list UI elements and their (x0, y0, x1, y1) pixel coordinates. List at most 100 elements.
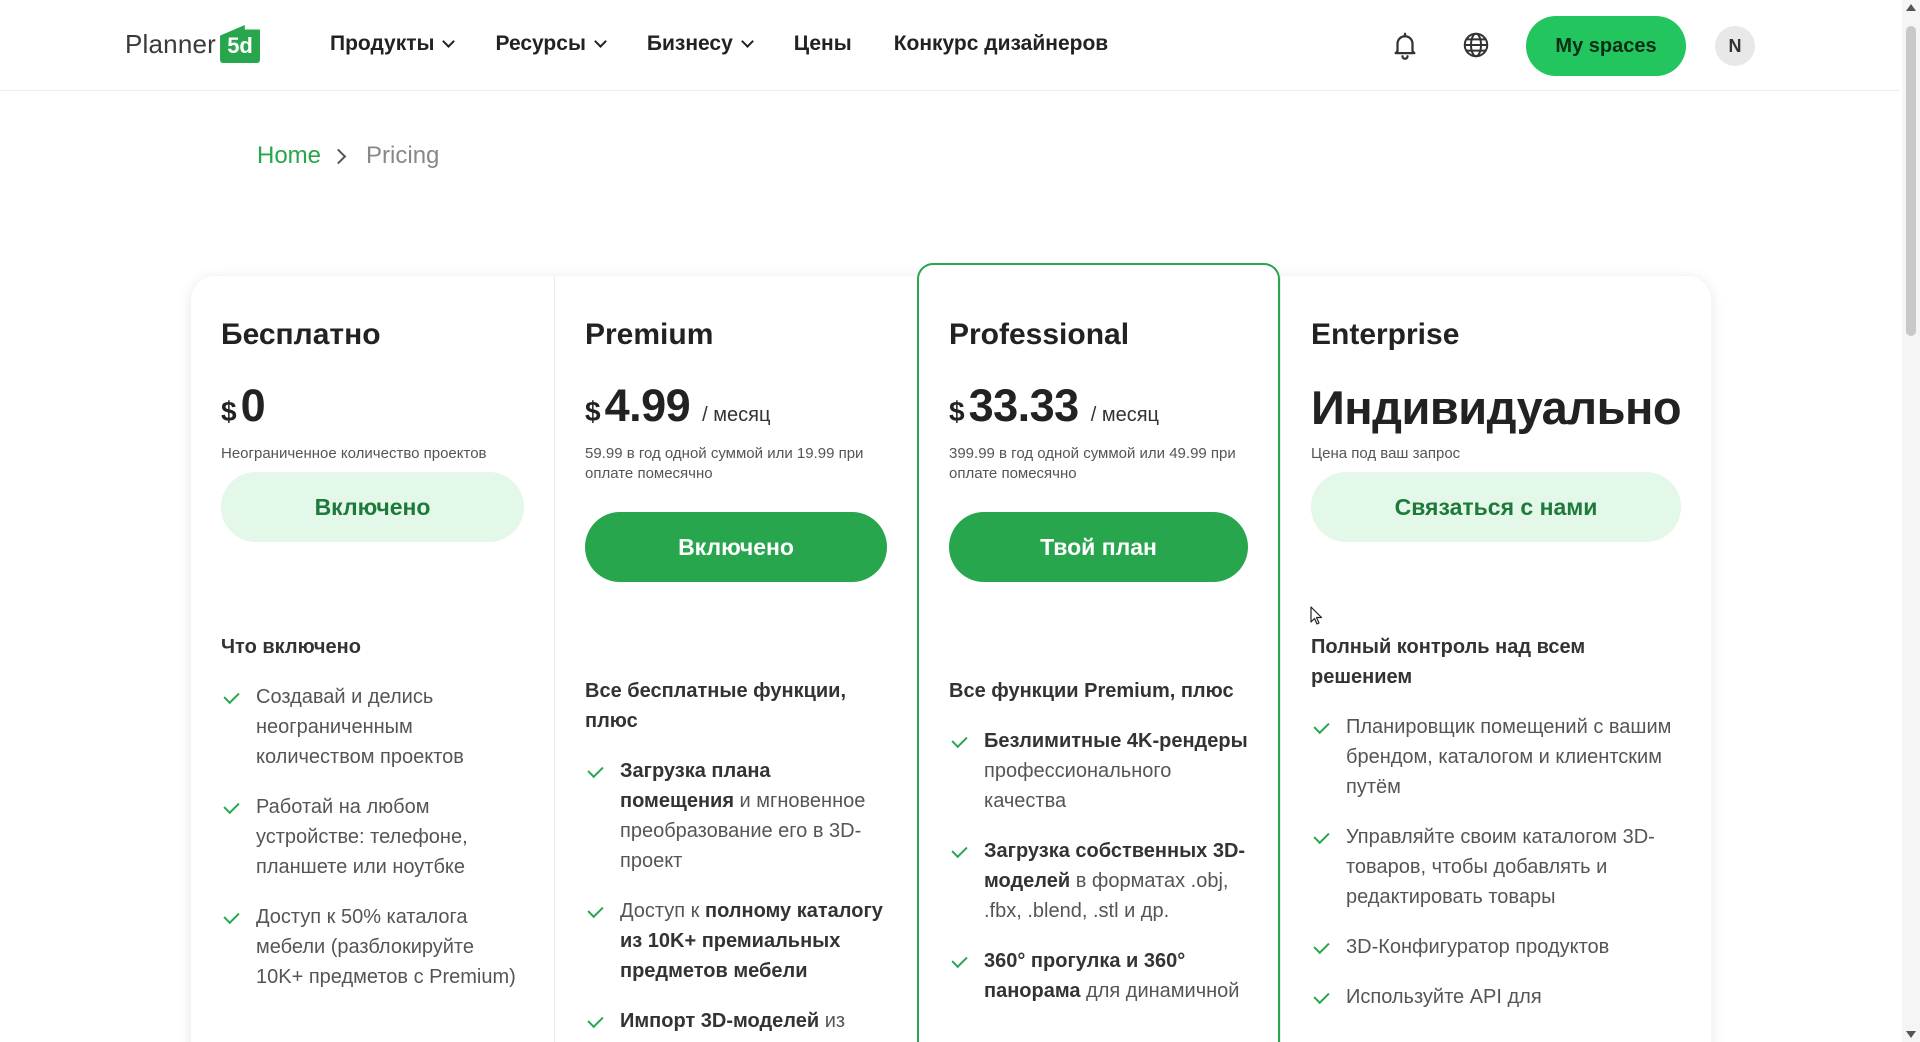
breadcrumb-home-link[interactable]: Home (257, 142, 321, 170)
price-period: / месяц (702, 404, 771, 426)
feature-list: Планировщик помещений с вашим брендом, к… (1311, 712, 1681, 1012)
feature-text: Используйте API для (1346, 986, 1542, 1008)
feature-text: для динамичной (1080, 980, 1240, 1002)
top-nav-bar: Planner 5d Продукты Ресурсы Бизнесу Цены… (0, 0, 1900, 91)
plan-price: Индивидуально (1311, 380, 1682, 434)
logo-badge: 5d (220, 25, 261, 63)
plan-name: Enterprise (1311, 318, 1460, 351)
mouse-cursor-icon (1310, 606, 1323, 625)
feature-item: Доступ к 50% каталога мебели (разблокиру… (221, 902, 524, 992)
chevron-down-icon (442, 35, 456, 48)
globe-icon[interactable] (1461, 30, 1491, 60)
feature-text: профессионального качества (984, 760, 1172, 812)
price-period: / месяц (1090, 404, 1159, 426)
plan-name: Premium (585, 318, 714, 351)
scroll-up-arrow-icon[interactable] (1906, 4, 1916, 11)
features-heading: Все функции Premium, плюс (949, 680, 1234, 702)
feature-item: 3D-Конфигуратор продуктов (1311, 932, 1681, 962)
plan-included-button[interactable]: Включено (585, 512, 887, 582)
breadcrumb: Home Pricing (257, 142, 439, 170)
plan-price: $ 4.99 / месяц (585, 380, 887, 431)
features-heading: Полный контроль над всем решением (1311, 636, 1586, 688)
feature-text: Создавай и делись неограниченным количес… (256, 686, 464, 768)
feature-text: Доступ к 50% каталога мебели (разблокиру… (256, 906, 516, 988)
plan-card-professional: Professional $ 33.33 / месяц 399.99 в го… (917, 263, 1280, 1042)
nav-item-label: Бизнесу (646, 32, 733, 55)
check-icon (1313, 827, 1330, 845)
feature-text: Управляйте своим каталогом 3D-товаров, ч… (1346, 826, 1655, 908)
plan-card-free: Бесплатно $ 0 Неограниченное количество … (191, 276, 554, 1042)
nav-item-pricing[interactable]: Цены (794, 32, 852, 56)
feature-bold: Безлимитные 4K-рендеры (984, 730, 1248, 752)
feature-item: Используйте API для (1311, 982, 1681, 1012)
features-heading: Все бесплатные функции, плюс (585, 680, 847, 732)
price-currency: $ (221, 396, 237, 427)
check-icon (223, 797, 240, 815)
nav-item-label: Продукты (330, 32, 435, 55)
check-icon (951, 951, 968, 969)
price-amount: 0 (240, 380, 266, 431)
chevron-down-icon (740, 35, 754, 48)
nav-item-designer-contest[interactable]: Конкурс дизайнеров (894, 32, 1109, 56)
plan-price: $ 0 (221, 380, 524, 431)
pricing-table: Бесплатно $ 0 Неограниченное количество … (191, 263, 1711, 1042)
price-amount: 33.33 (968, 380, 1080, 431)
nav-item-products[interactable]: Продукты (330, 32, 456, 56)
nav-item-resources[interactable]: Ресурсы (495, 32, 607, 56)
check-icon (587, 761, 604, 779)
price-note: 399.99 в год одной суммой или 49.99 при … (949, 445, 1236, 482)
chevron-down-icon (594, 35, 607, 48)
feature-text: Планировщик помещений с вашим брендом, к… (1346, 716, 1672, 798)
feature-item: Загрузка плана помещения и мгновенное пр… (585, 756, 887, 876)
price-amount: 4.99 (604, 380, 691, 431)
check-icon (587, 1011, 604, 1029)
feature-list: Создавай и делись неограниченным количес… (221, 682, 524, 992)
avatar[interactable]: N (1715, 26, 1755, 66)
plan-card-enterprise: Enterprise Индивидуально Цена под ваш за… (1280, 276, 1711, 1042)
scroll-down-arrow-icon[interactable] (1906, 1031, 1916, 1038)
page-scrollbar[interactable] (1902, 0, 1920, 1042)
feature-item: Планировщик помещений с вашим брендом, к… (1311, 712, 1681, 802)
your-plan-button[interactable]: Твой план (949, 512, 1248, 582)
check-icon (951, 731, 968, 749)
feature-bold: Импорт 3D-моделей (620, 1010, 820, 1032)
feature-text: Доступ к (620, 900, 705, 922)
feature-item: Доступ к полному каталогу из 10K+ премиа… (585, 896, 887, 986)
feature-text: Работай на любом устройстве: телефоне, п… (256, 796, 468, 878)
bell-icon[interactable] (1390, 30, 1420, 60)
feature-item: Создавай и делись неограниченным количес… (221, 682, 524, 772)
nav-item-label: Ресурсы (495, 32, 586, 55)
logo-text: Planner (125, 28, 217, 59)
features-heading: Что включено (221, 636, 361, 658)
chevron-right-icon (330, 148, 347, 164)
feature-list: Загрузка плана помещения и мгновенное пр… (585, 756, 887, 1036)
price-note: 59.99 в год одной суммой или 19.99 при о… (585, 445, 864, 482)
plan-name: Бесплатно (221, 318, 381, 351)
main-nav: Продукты Ресурсы Бизнесу Цены Конкурс ди… (330, 32, 1150, 56)
check-icon (1313, 987, 1330, 1005)
check-icon (223, 687, 240, 705)
check-icon (1313, 937, 1330, 955)
feature-item: Управляйте своим каталогом 3D-товаров, ч… (1311, 822, 1681, 912)
check-icon (1313, 717, 1330, 735)
price-note: Цена под ваш запрос (1311, 445, 1461, 462)
price-currency: $ (585, 396, 601, 427)
my-spaces-button[interactable]: My spaces (1526, 16, 1686, 76)
nav-item-label: Цены (793, 32, 852, 55)
feature-item: Безлимитные 4K-рендеры профессионального… (949, 726, 1248, 816)
planner5d-logo[interactable]: Planner 5d (125, 24, 261, 64)
scrollbar-thumb[interactable] (1906, 26, 1916, 336)
feature-text: из (819, 1010, 846, 1032)
plan-included-button[interactable]: Включено (221, 472, 524, 542)
plan-price: $ 33.33 / месяц (949, 380, 1248, 431)
contact-us-button[interactable]: Связаться с нами (1311, 472, 1681, 542)
feature-list: Безлимитные 4K-рендеры профессионального… (949, 726, 1248, 1006)
nav-item-label: Конкурс дизайнеров (893, 32, 1109, 55)
feature-item: Импорт 3D-моделей из (585, 1006, 887, 1036)
check-icon (223, 907, 240, 925)
check-icon (587, 901, 604, 919)
check-icon (951, 841, 968, 859)
nav-item-business[interactable]: Бизнесу (646, 32, 754, 56)
feature-item: 360° прогулка и 360° панорама для динами… (949, 946, 1248, 1006)
breadcrumb-current: Pricing (366, 142, 440, 169)
